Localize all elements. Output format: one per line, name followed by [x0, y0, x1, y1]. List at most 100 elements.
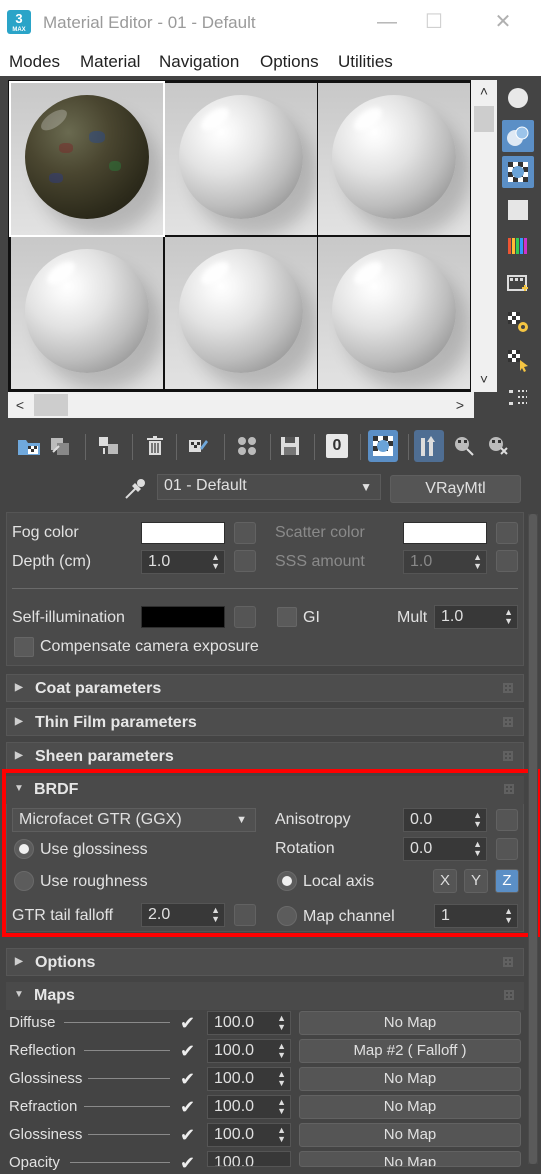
thin-film-parameters-rollout[interactable]: ▶ Thin Film parameters: [6, 708, 524, 736]
material-preview-sphere: [25, 249, 149, 373]
compensate-camera-exposure-checkbox[interactable]: [14, 637, 34, 657]
make-unique-icon[interactable]: [232, 430, 262, 462]
scroll-down-icon[interactable]: ˅: [471, 368, 497, 392]
map-amount-spinner[interactable]: 100.0: [207, 1151, 291, 1167]
fog-color-map-button[interactable]: [234, 522, 256, 544]
checkmark-icon[interactable]: ✔: [180, 1069, 195, 1090]
material-name-dropdown[interactable]: 01 - Default ▼: [157, 474, 381, 500]
make-preview-icon[interactable]: [502, 268, 534, 300]
separator: [88, 1078, 170, 1079]
expand-arrow-icon: ▶: [15, 750, 23, 761]
menu-modes[interactable]: Modes: [9, 52, 60, 72]
map-label-reflection: Reflection: [9, 1042, 76, 1059]
expand-arrow-icon: ▶: [15, 716, 23, 727]
options-gear-icon[interactable]: [502, 306, 534, 338]
menu-options[interactable]: Options: [260, 52, 319, 72]
get-material-icon[interactable]: [14, 430, 44, 462]
sample-slot-6[interactable]: [318, 237, 470, 389]
scroll-right-icon[interactable]: >: [448, 394, 472, 416]
assign-material-to-selection-icon[interactable]: [94, 430, 124, 462]
gi-label: GI: [303, 609, 320, 626]
go-forward-to-sibling-icon[interactable]: [484, 430, 514, 462]
sample-slot-2[interactable]: [165, 83, 317, 235]
checkmark-icon[interactable]: ✔: [180, 1041, 195, 1062]
mult-spinner[interactable]: 1.0 ▲ ▼: [434, 605, 518, 629]
scroll-thumb[interactable]: [474, 106, 494, 132]
material-preview-sphere: [332, 95, 456, 219]
map-slot-button[interactable]: Map #2 ( Falloff ): [299, 1039, 521, 1063]
sample-slot-4[interactable]: [11, 237, 163, 389]
depth-map-button[interactable]: [234, 550, 256, 572]
make-material-copy-icon[interactable]: [184, 430, 214, 462]
sheen-parameters-rollout[interactable]: ▶ Sheen parameters: [6, 742, 524, 770]
scroll-up-icon[interactable]: ˄: [471, 80, 497, 104]
material-map-navigator-icon[interactable]: [502, 382, 534, 414]
close-button[interactable]: ✕: [491, 10, 515, 34]
sss-amount-label: SSS amount: [275, 553, 365, 570]
checkmark-icon[interactable]: ✔: [180, 1125, 195, 1146]
checkmark-icon[interactable]: ✔: [180, 1013, 195, 1034]
scatter-color-label: Scatter color: [275, 524, 365, 541]
map-slot-button[interactable]: No Map: [299, 1067, 521, 1091]
maximize-button[interactable]: ☐: [422, 10, 446, 34]
map-amount-spinner[interactable]: 100.0 ▲ ▼: [207, 1095, 291, 1119]
depth-spinner[interactable]: 1.0 ▲ ▼: [141, 550, 225, 574]
self-illumination-map-button[interactable]: [234, 606, 256, 628]
scroll-thumb[interactable]: [529, 514, 537, 1164]
background-checker-icon[interactable]: [502, 156, 534, 188]
sample-slots-vertical-scrollbar[interactable]: ˄ ˅: [471, 80, 497, 392]
map-slot-button[interactable]: No Map: [299, 1151, 521, 1167]
map-label-refraction: Refraction: [9, 1098, 78, 1115]
map-amount-spinner[interactable]: 100.0 ▲ ▼: [207, 1067, 291, 1091]
put-material-to-scene-icon[interactable]: [46, 430, 76, 462]
collapse-arrow-icon: ▼: [14, 989, 24, 1000]
map-slot-button[interactable]: No Map: [299, 1095, 521, 1119]
map-slot-button[interactable]: No Map: [299, 1123, 521, 1147]
scatter-color-map-button[interactable]: [496, 522, 518, 544]
menu-navigation[interactable]: Navigation: [159, 52, 239, 72]
coat-parameters-rollout[interactable]: ▶ Coat parameters: [6, 674, 524, 702]
self-illumination-color-swatch[interactable]: [141, 606, 225, 628]
checkmark-icon[interactable]: ✔: [180, 1153, 195, 1174]
video-color-check-icon[interactable]: [502, 230, 534, 262]
go-to-parent-icon[interactable]: [450, 430, 480, 462]
separator: [84, 1050, 170, 1051]
backlight-icon[interactable]: [502, 120, 534, 152]
delete-trash-icon[interactable]: [140, 430, 170, 462]
show-end-result-icon[interactable]: [414, 430, 444, 462]
maps-rollout-header[interactable]: ▼ Maps: [6, 982, 524, 1010]
sample-slot-1[interactable]: [9, 81, 165, 237]
sample-uv-tiling-icon[interactable]: [502, 194, 534, 226]
material-preview-sphere: [25, 95, 149, 219]
options-rollout[interactable]: ▶ Options: [6, 948, 524, 976]
panel-scrollbar[interactable]: [528, 514, 538, 1164]
scroll-left-icon[interactable]: <: [8, 394, 32, 416]
map-amount-spinner[interactable]: 100.0 ▲ ▼: [207, 1123, 291, 1147]
sss-amount-spinner[interactable]: 1.0 ▲ ▼: [403, 550, 487, 574]
show-shaded-material-in-viewport-icon[interactable]: [368, 430, 398, 462]
save-to-library-icon[interactable]: [276, 430, 306, 462]
material-type-button[interactable]: VRayMtl: [390, 475, 521, 503]
sss-amount-map-button[interactable]: [496, 550, 518, 572]
minimize-button[interactable]: —: [375, 10, 399, 34]
menu-material[interactable]: Material: [80, 52, 140, 72]
checkmark-icon[interactable]: ✔: [180, 1097, 195, 1118]
scroll-thumb[interactable]: [34, 394, 68, 416]
map-label-diffuse: Diffuse: [9, 1014, 56, 1031]
material-id-channel-button[interactable]: 0: [322, 430, 352, 462]
scatter-color-swatch[interactable]: [403, 522, 487, 544]
expand-arrow-icon: ▶: [15, 682, 23, 693]
sample-type-sphere-icon[interactable]: [502, 82, 534, 114]
gi-checkbox[interactable]: [277, 607, 297, 627]
fog-color-swatch[interactable]: [141, 522, 225, 544]
sample-slot-3[interactable]: [318, 83, 470, 235]
eyedropper-icon[interactable]: [122, 476, 148, 502]
map-amount-spinner[interactable]: 100.0 ▲ ▼: [207, 1039, 291, 1063]
map-amount-spinner[interactable]: 100.0 ▲ ▼: [207, 1011, 291, 1035]
sample-slot-5[interactable]: [165, 237, 317, 389]
map-slot-button[interactable]: No Map: [299, 1011, 521, 1035]
material-editor-toolbar: 0: [0, 430, 541, 464]
sample-slots-horizontal-scrollbar[interactable]: < >: [8, 392, 474, 418]
select-by-material-icon[interactable]: [502, 344, 534, 376]
menu-utilities[interactable]: Utilities: [338, 52, 393, 72]
